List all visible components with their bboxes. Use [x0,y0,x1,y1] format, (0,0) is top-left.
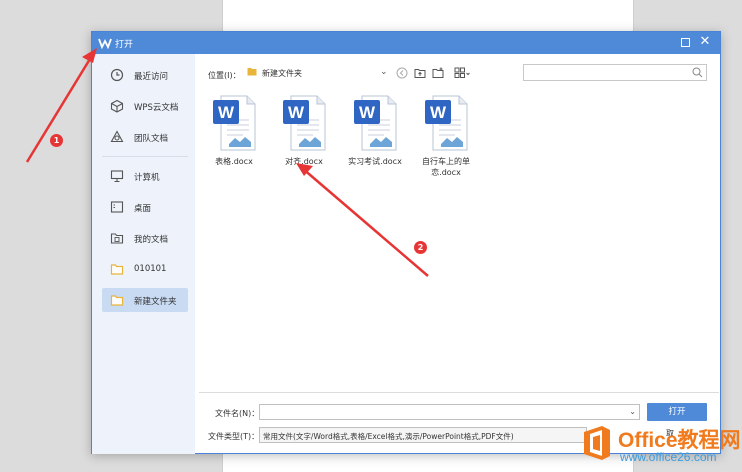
file-name: 对齐.docx [285,157,323,166]
chevron-down-icon[interactable]: ⌄ [629,407,636,416]
svg-text:W: W [430,103,447,122]
documents-icon [110,233,124,244]
view-mode-icon[interactable] [454,67,470,79]
svg-text:W: W [218,103,235,122]
close-button[interactable]: ✕ [697,34,713,50]
search-icon [692,67,703,78]
filename-input[interactable]: ⌄ [259,404,640,420]
location-dropdown-icon[interactable]: ⌄ [380,67,388,77]
svg-text:W: W [359,103,376,122]
office-watermark: Office教程网 www.office26.com [576,420,742,472]
annotation-badge-2: 2 [414,241,427,254]
desktop-icon [110,201,124,213]
sidebar-item-computer[interactable]: 计算机 [102,164,188,188]
search-input[interactable] [523,64,707,81]
office-logo-icon [584,426,610,460]
sidebar: 最近访问 WPS云文档 团队文档 计算机 桌面 我的文档 010101 新建文件… [92,54,195,454]
back-icon[interactable] [396,67,408,79]
location-path[interactable]: 新建文件夹 [247,64,397,80]
sidebar-item-team-docs[interactable]: 团队文档 [102,125,188,149]
file-name: 表格.docx [215,157,253,166]
open-file-dialog: 打开 ✕ 最近访问 WPS云文档 团队文档 计算机 桌面 我的文档 010101… [91,31,721,454]
sidebar-item-recent[interactable]: 最近访问 [102,63,188,87]
watermark-url: www.office26.com [620,450,717,464]
sidebar-divider [102,156,188,157]
wps-logo-icon [98,38,112,49]
word-document-icon: W [283,95,326,151]
word-document-icon: W [425,95,468,151]
sidebar-item-desktop[interactable]: 桌面 [102,195,188,219]
sidebar-item-my-documents[interactable]: 我的文档 [102,226,188,250]
footer-divider [199,392,719,393]
file-item[interactable]: W 实习考试.docx [340,92,410,192]
sidebar-item-label: WPS云文档 [134,103,179,113]
dialog-titlebar: 打开 ✕ [92,32,720,54]
filetype-value: 常用文件(文字/Word格式,表格/Excel格式,演示/PowerPoint格… [263,432,514,441]
file-name: 实习考试.docx [348,157,402,166]
computer-icon [110,170,124,183]
dialog-title: 打开 [115,40,134,50]
sidebar-item-label: 桌面 [134,204,152,214]
location-label: 位置(I)： [208,71,241,80]
new-folder-icon[interactable] [432,67,444,79]
file-item[interactable]: W 表格.docx [199,92,269,192]
word-document-icon: W [354,95,397,151]
filetype-label: 文件类型(T)： [208,432,260,441]
sidebar-item-label: 我的文档 [134,235,169,245]
folder-icon [110,295,124,306]
sidebar-item-label: 最近访问 [134,72,169,82]
up-folder-icon[interactable] [414,67,426,79]
filetype-select[interactable]: 常用文件(文字/Word格式,表格/Excel格式,演示/PowerPoint格… [259,427,587,443]
team-icon [110,130,124,143]
file-item[interactable]: W 对齐.docx [269,92,339,192]
annotation-badge-1: 1 [50,134,63,147]
sidebar-item-new-folder[interactable]: 新建文件夹 [102,288,188,312]
cloud-cube-icon [110,99,124,113]
file-name: 自行车上的单恋.docx [422,157,470,177]
sidebar-item-wps-cloud[interactable]: WPS云文档 [102,94,188,118]
svg-text:W: W [288,103,305,122]
clock-icon [110,68,124,82]
sidebar-item-label: 010101 [134,264,167,274]
sidebar-item-label: 计算机 [134,173,160,183]
open-button[interactable]: 打开 [647,403,707,421]
folder-icon [247,68,257,76]
file-item[interactable]: W 自行车上的单恋.docx [411,92,481,192]
folder-icon [110,264,124,275]
sidebar-item-label: 团队文档 [134,134,169,144]
maximize-button[interactable] [681,38,690,47]
filename-label: 文件名(N)： [215,409,260,418]
sidebar-item-label: 新建文件夹 [134,297,177,307]
word-document-icon: W [213,95,256,151]
sidebar-item-folder-010101[interactable]: 010101 [102,257,188,281]
location-value: 新建文件夹 [262,69,302,78]
